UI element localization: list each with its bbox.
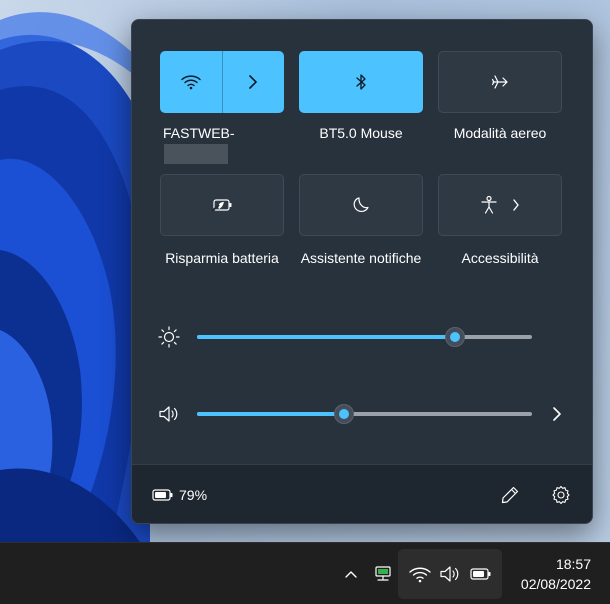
- brightness-slider[interactable]: [197, 327, 532, 347]
- battery-saver-icon: [211, 199, 232, 212]
- wifi-network-name: FASTWEB-: [163, 125, 235, 141]
- battery-percent: 79%: [179, 487, 208, 503]
- clock-date: 02/08/2022: [520, 576, 591, 592]
- volume-slider-row: [132, 398, 592, 428]
- tile-accessibility[interactable]: [438, 174, 562, 236]
- volume-slider[interactable]: [197, 404, 532, 424]
- redacted-network-name: [164, 144, 228, 165]
- tile-wifi: [160, 51, 284, 113]
- wifi-networks-button[interactable]: [222, 51, 284, 113]
- show-hidden-icons-button[interactable]: [340, 563, 362, 585]
- gear-icon: [552, 485, 570, 505]
- quick-settings-footer: 79%: [132, 464, 592, 523]
- brightness-slider-row: [132, 321, 592, 351]
- tray-quick-settings-button[interactable]: [398, 549, 502, 599]
- battery-icon: [468, 563, 494, 585]
- taskbar-clock[interactable]: 18:57 02/08/2022: [521, 554, 591, 594]
- tile-bluetooth[interactable]: [299, 51, 423, 113]
- battery-saver-label-text: Risparmia batteria: [165, 250, 279, 266]
- tile-label-wifi: FASTWEB-: [148, 123, 298, 165]
- network-device-icon: [375, 566, 391, 581]
- speaker-icon: [438, 563, 462, 585]
- chevron-right-icon: [553, 407, 561, 421]
- wifi-icon: [181, 75, 201, 90]
- quick-settings-panel: FASTWEB- BT5.0 Mouse Modalità aereo Risp…: [131, 19, 593, 524]
- wifi-icon: [408, 563, 432, 585]
- wifi-toggle-button[interactable]: [160, 51, 222, 113]
- tile-label-accessibility: Accessibilità: [461, 250, 539, 266]
- bluetooth-icon: [356, 74, 366, 90]
- volume-slider-fill: [197, 412, 345, 416]
- speaker-icon[interactable]: [156, 401, 182, 427]
- chevron-right-icon: [513, 199, 519, 211]
- airplane-icon: [491, 75, 508, 89]
- chevron-right-icon: [249, 75, 257, 89]
- chevron-up-icon: [345, 571, 357, 578]
- settings-button[interactable]: [549, 483, 573, 507]
- tile-label-airplane-mode: Modalità aereo: [453, 125, 547, 141]
- battery-icon: [152, 489, 173, 501]
- tile-focus-assist[interactable]: [299, 174, 423, 236]
- focus-assist-label-text: Assistente notifiche: [300, 250, 422, 266]
- clock-time: 18:57: [555, 556, 591, 572]
- sun-icon: [156, 324, 182, 350]
- tile-label-bluetooth: BT5.0 Mouse: [319, 125, 403, 141]
- moon-icon: [353, 197, 369, 213]
- tile-label-battery-saver: Risparmia batteria: [147, 248, 297, 268]
- quick-settings-main: FASTWEB- BT5.0 Mouse Modalità aereo Risp…: [132, 20, 592, 464]
- tile-label-focus-assist: Assistente notifiche: [286, 248, 436, 268]
- brightness-slider-fill: [197, 335, 455, 339]
- network-device-tray-button[interactable]: [371, 562, 395, 586]
- accessibility-icon: [481, 195, 497, 214]
- battery-status[interactable]: 79%: [152, 485, 207, 505]
- pencil-icon: [501, 486, 519, 504]
- tile-airplane-mode[interactable]: [438, 51, 562, 113]
- volume-output-button[interactable]: [546, 403, 568, 425]
- volume-slider-thumb[interactable]: [334, 404, 355, 424]
- taskbar: 18:57 02/08/2022: [0, 542, 610, 604]
- edit-quick-settings-button[interactable]: [498, 483, 522, 507]
- brightness-slider-thumb[interactable]: [444, 327, 465, 347]
- tile-battery-saver[interactable]: [160, 174, 284, 236]
